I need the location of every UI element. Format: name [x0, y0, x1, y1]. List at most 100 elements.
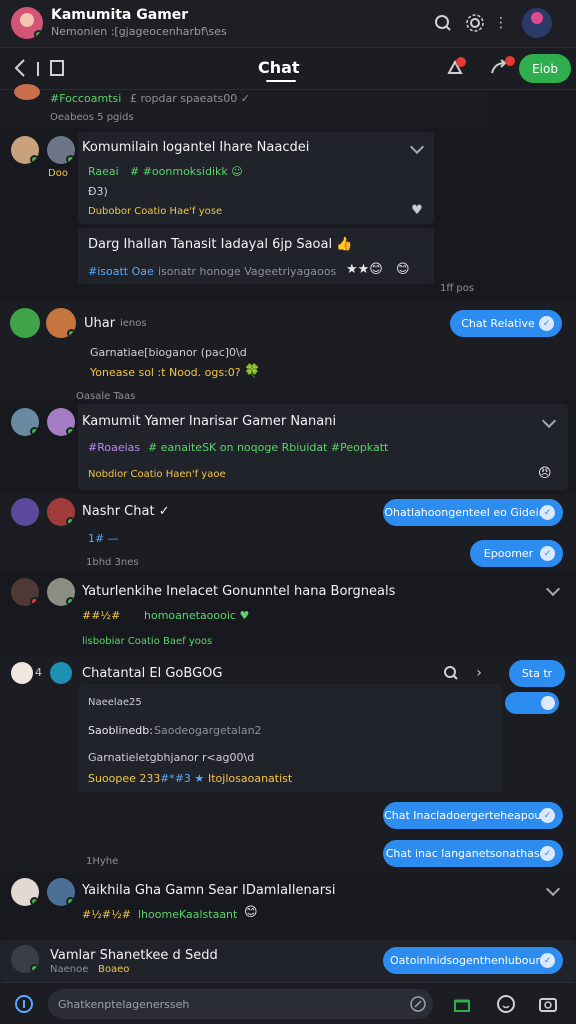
bubble-text: Sta tr [521, 667, 553, 680]
bubble-text: Chat inac langanetsonathasr [385, 847, 545, 860]
camera-icon[interactable] [536, 992, 560, 1016]
chevron-right-icon[interactable]: › [472, 664, 486, 682]
settings-icon[interactable] [464, 12, 486, 34]
message-text: Saodeogargetalan2 [154, 724, 262, 737]
avatar[interactable] [11, 945, 39, 973]
app-title: Kamumita Gamer [51, 7, 189, 23]
chat-bubble[interactable]: Chat Relative ✓ [450, 310, 562, 337]
back-icon[interactable] [8, 56, 32, 80]
message-text: #*#3 ★ [160, 772, 205, 785]
user-tag: 4 [35, 666, 42, 679]
search-icon[interactable] [432, 12, 454, 34]
message-5: Nashr Chat ✓ Ohatlahoongenteel eo Gidein… [0, 494, 576, 570]
avatar[interactable] [11, 878, 39, 906]
message-author[interactable]: Kamumit Yamer Inarisar Gamer Nanani [82, 414, 336, 429]
bookmark-icon[interactable] [46, 57, 68, 79]
message-2: Darg Ihallan Tanasit Iadayal 6jp Saoal 👍… [78, 228, 434, 284]
message-text: homoanetaoooic ♥ [144, 609, 250, 622]
message-text: Saoblinedb: [88, 724, 153, 737]
avatar[interactable] [47, 498, 75, 526]
message-author[interactable]: Uhar [84, 316, 115, 331]
message-author[interactable]: Vamlar Shanetkee d Sedd [50, 948, 218, 963]
chat-bubble[interactable]: Sta tr [509, 660, 565, 687]
message-text: #Foccoamtsi [50, 92, 122, 105]
chat-bubble[interactable]: Ohatlahoongenteel eo Gidein ✓ [383, 499, 563, 526]
avatar[interactable] [11, 498, 39, 526]
avatar[interactable] [11, 7, 43, 39]
avatar[interactable] [47, 408, 75, 436]
message-card: Komumilain logantel Ihare Naacdei Raeai … [78, 132, 434, 224]
message-8: Yaikhila Gha Gamn Sear IDamlaIlenarsi #½… [0, 874, 576, 936]
message-meta: lisbobiar Coatio Baef yoos [82, 636, 213, 647]
bubble-text: Chat Relative [461, 317, 535, 330]
chevron-down-icon[interactable] [541, 413, 557, 429]
search-icon[interactable] [442, 664, 460, 682]
message-author[interactable]: Nashr Chat ✓ [82, 504, 170, 519]
message-text: #Roaeias [88, 441, 141, 454]
avatar[interactable] [47, 136, 75, 164]
chat-bubble[interactable]: Chat inac langanetsonathasr ✓ [383, 840, 563, 867]
avatar[interactable] [11, 578, 39, 606]
avatar[interactable] [46, 308, 76, 338]
message-author-sub: Boaeo [98, 964, 130, 975]
message-author[interactable]: Darg Ihallan Tanasit Iadayal 6jp Saoal 👍 [88, 237, 352, 252]
message-author[interactable]: Yaikhila Gha Gamn Sear IDamlaIlenarsi [82, 883, 335, 898]
check-icon: ✓ [539, 316, 554, 331]
message-text: ##½# [82, 609, 121, 622]
chevron-down-icon[interactable] [545, 881, 561, 897]
message-text: # #oonmoksidikk ☺ [130, 165, 243, 178]
gift-icon[interactable] [450, 992, 474, 1016]
message-author[interactable]: Komumilain logantel Ihare Naacdei [82, 140, 309, 155]
check-icon: ✓ [540, 546, 555, 561]
message-composer [48, 989, 433, 1019]
message-author[interactable]: Chatantal El GoBGOG [82, 666, 222, 681]
post-button[interactable]: Eiob [519, 54, 571, 83]
message-meta: 1Hyhe [86, 856, 119, 867]
heart-icon[interactable]: ♥ [408, 202, 426, 218]
chat-bubble[interactable]: Epoomer ✓ [470, 540, 563, 567]
nav-bar: Chat [0, 48, 576, 90]
message-text: #½#½# [82, 908, 131, 921]
info-icon[interactable] [12, 992, 36, 1016]
avatar[interactable] [47, 878, 75, 906]
chat-bubble[interactable]: Oatoinlnidsogenthenlubour ✓ [383, 947, 563, 974]
chevron-down-icon[interactable] [545, 581, 561, 597]
share-badge [505, 56, 515, 66]
message-card: Kamumit Yamer Inarisar Gamer Nanani #Roa… [78, 404, 568, 490]
chat-bubble[interactable]: Chat Inacladoergerteheapour ✓ [383, 802, 563, 829]
message-text: Yonease sol :t Nood. ogs:0? [90, 366, 241, 379]
profile-avatar[interactable] [522, 8, 552, 38]
message-text: Suoopee 233 [88, 772, 161, 785]
message-9: Vamlar Shanetkee d Sedd Naenoe Boaeo Oat… [0, 940, 576, 982]
emoji-icon: 😊 [244, 905, 258, 920]
message-text: £ ropdar spaeats00 ✓ [130, 92, 250, 105]
attach-icon[interactable] [408, 994, 428, 1014]
message-author-sub: Naenoe [50, 964, 89, 975]
emoji-picker-icon[interactable] [494, 992, 518, 1016]
bubble-text: Ohatlahoongenteel eo Gidein [384, 506, 546, 519]
avatar[interactable] [10, 308, 40, 338]
message-input[interactable] [58, 995, 408, 1013]
chevron-down-icon[interactable] [409, 139, 425, 155]
message-3: Uhar ienos Chat Relative ✓ Garnatiae[bio… [0, 300, 576, 400]
message-meta: Oeabeos 5 pgids [50, 112, 134, 123]
message-text: lhoomeKaalstaant [138, 908, 238, 921]
avatar[interactable] [50, 662, 72, 684]
message-text: # eanaiteSK on noqoge Rbiuidat #Peopkatt [148, 441, 389, 454]
message-meta: Nobdior Coatio Haen'f yaoe [88, 469, 226, 480]
message-text: #isoatt Oae [88, 265, 154, 278]
tab-chat[interactable]: Chat [258, 58, 300, 77]
message-7: 4 Chatantal El GoBGOG › Sta tr Naeelae25… [0, 656, 576, 872]
message-text: Garnatieletgbhjanor r<ag00\d [88, 751, 255, 764]
message-text: Ð3) [88, 185, 108, 198]
avatar [14, 84, 40, 100]
message-text: Itojlosaoanatist [208, 772, 293, 785]
avatar[interactable] [11, 662, 33, 684]
message-author[interactable]: Yaturlenkihe Inelacet Gonunntel hana Bor… [82, 584, 395, 599]
avatar[interactable] [11, 136, 39, 164]
avatar[interactable] [11, 408, 39, 436]
more-icon[interactable]: ⋮ [494, 12, 508, 34]
bubble-text: Chat Inacladoergerteheapour [384, 809, 546, 822]
avatar[interactable] [47, 578, 75, 606]
toggle-icon[interactable] [505, 692, 559, 714]
